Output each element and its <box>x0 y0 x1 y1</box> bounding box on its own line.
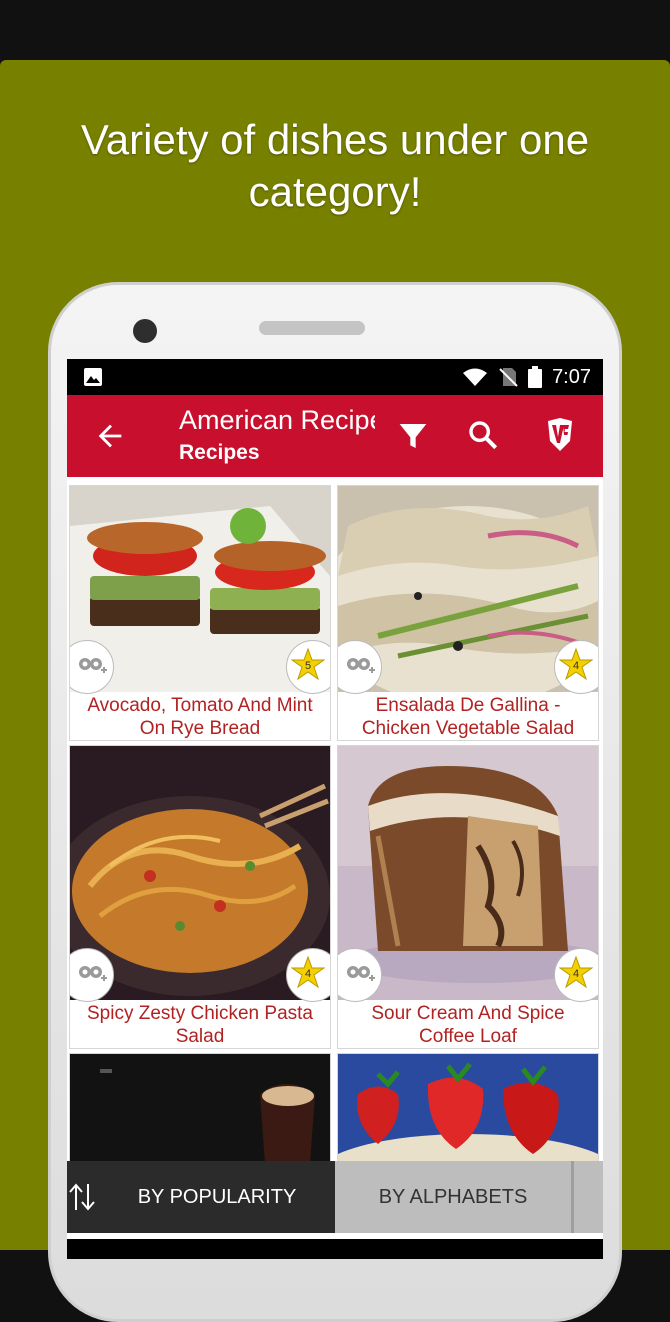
recipe-title-line-2: Chicken Vegetable Salad <box>361 718 575 739</box>
status-bar: 7:07 <box>67 359 603 395</box>
filter-icon[interactable] <box>397 419 429 453</box>
recipe-title: Ensalada De Gallina - Chicken Vegetable … <box>338 694 598 740</box>
owl-add-icon <box>347 966 375 981</box>
recipe-card[interactable]: 5 Avocado, Tomato And Mint On Rye Bread <box>69 485 331 741</box>
tab-by-popularity[interactable]: BY POPULARITY <box>99 1161 335 1233</box>
camera <box>133 319 157 343</box>
owl-add-icon <box>79 966 107 981</box>
recipe-title-line-1: Sour Cream And Spice <box>371 1003 565 1024</box>
status-icons: 7:07 <box>462 359 591 395</box>
recipe-title-line-1: Ensalada De Gallina - <box>375 695 561 716</box>
star-icon: 4 <box>291 955 325 989</box>
rating-value: 4 <box>573 660 579 672</box>
rating-value: 4 <box>305 968 311 980</box>
tab-divider <box>571 1161 574 1233</box>
recipe-title: Spicy Zesty Chicken Pasta Salad <box>70 1002 330 1048</box>
star-icon: 5 <box>291 647 325 681</box>
phone-screen: 7:07 American Recipes Recipes <box>67 359 603 1259</box>
no-sim-icon <box>499 368 518 387</box>
promo-line-2: category! <box>248 168 422 215</box>
back-arrow-icon[interactable] <box>93 419 127 453</box>
search-icon[interactable] <box>467 419 499 451</box>
star-icon: 4 <box>559 647 593 681</box>
recipe-card[interactable]: 4 Spicy Zesty Chicken Pasta Salad <box>69 745 331 1049</box>
rating-badge: 4 <box>554 948 598 1002</box>
brand-logo-icon[interactable] <box>545 417 575 453</box>
speaker <box>259 321 365 335</box>
sort-toggle[interactable] <box>67 1161 99 1233</box>
owl-add-icon <box>79 658 107 673</box>
app-bar-title: American Recipes <box>179 405 375 435</box>
phone-frame: 7:07 American Recipes Recipes <box>48 282 622 1322</box>
recipe-title-line-2: On Rye Bread <box>139 718 261 739</box>
recipe-title: Sour Cream And Spice Coffee Loaf <box>338 1002 598 1048</box>
recipe-title-line-2: Salad <box>175 1026 225 1047</box>
battery-icon <box>528 366 543 388</box>
recipe-grid: 5 Avocado, Tomato And Mint On Rye Bread <box>69 485 603 1259</box>
rating-value: 5 <box>305 660 311 672</box>
recipe-card[interactable]: 4 Ensalada De Gallina - Chicken Vegetabl… <box>337 485 599 741</box>
owl-add-icon <box>347 658 375 673</box>
star-icon: 4 <box>559 955 593 989</box>
sort-arrows-icon <box>69 1183 95 1211</box>
gallery-notification-icon <box>84 368 102 386</box>
recipe-title: Avocado, Tomato And Mint On Rye Bread <box>70 694 330 740</box>
app-bar: American Recipes Recipes <box>67 395 603 477</box>
recipe-title-line-2: Coffee Loaf <box>419 1026 517 1047</box>
rating-badge: 4 <box>286 948 330 1002</box>
tab-by-alphabets[interactable]: BY ALPHABETS <box>335 1161 571 1233</box>
wifi-icon <box>463 368 488 386</box>
status-time: 7:07 <box>552 365 591 388</box>
rating-badge: 5 <box>286 640 330 694</box>
rating-badge: 4 <box>554 640 598 694</box>
promo-line-1: Variety of dishes under one <box>80 116 590 163</box>
promo-headline: Variety of dishes under one category! <box>0 114 670 218</box>
sort-bar: BY POPULARITY BY ALPHABETS <box>67 1161 603 1233</box>
navigation-bar <box>67 1239 603 1259</box>
recipe-card[interactable]: 4 Sour Cream And Spice Coffee Loaf <box>337 745 599 1049</box>
app-bar-subtitle: Recipes <box>179 441 260 464</box>
rating-value: 4 <box>573 968 579 980</box>
recipe-title-line-1: Spicy Zesty Chicken Pasta <box>87 1003 313 1024</box>
recipe-title-line-1: Avocado, Tomato And Mint <box>87 695 313 716</box>
